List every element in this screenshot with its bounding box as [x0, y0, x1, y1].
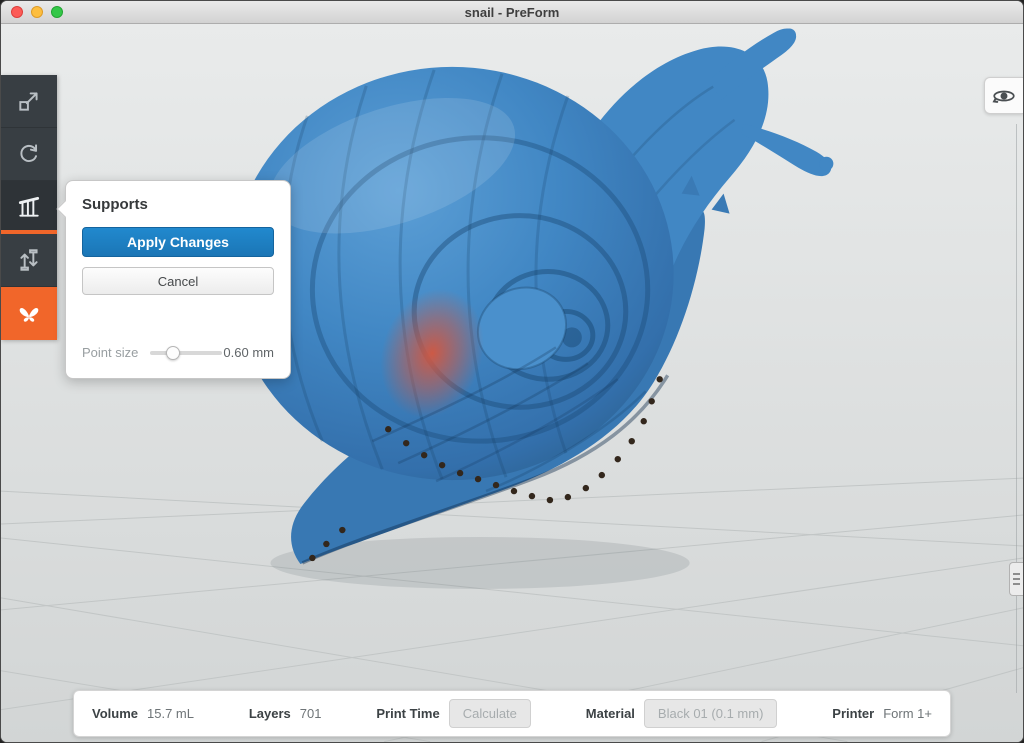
status-bar: Volume 15.7 mL Layers 701 Print Time Cal… — [73, 690, 951, 737]
window-controls — [11, 6, 63, 18]
layer-slider-handle[interactable] — [1009, 562, 1023, 596]
drag-handle-icon — [1013, 573, 1020, 575]
point-size-row: Point size 0.60 mm — [82, 345, 274, 360]
supports-panel: Supports Apply Changes Cancel Point size… — [65, 180, 291, 379]
butterfly-icon — [16, 301, 42, 327]
viewport-3d[interactable]: Supports Apply Changes Cancel Point size… — [1, 24, 1023, 743]
supports-tool-button[interactable] — [1, 181, 57, 234]
snail-model[interactable] — [231, 28, 834, 563]
material-button[interactable]: Black 01 (0.1 mm) — [644, 699, 777, 728]
orbit-view-button[interactable] — [984, 77, 1023, 114]
tool-sidebar — [1, 75, 57, 340]
material-stat: Material Black 01 (0.1 mm) — [586, 699, 778, 728]
cancel-button[interactable]: Cancel — [82, 267, 274, 295]
layer-slider-track[interactable] — [1016, 124, 1017, 693]
close-button[interactable] — [11, 6, 23, 18]
volume-stat: Volume 15.7 mL — [92, 706, 194, 721]
orient-tool-button[interactable] — [1, 128, 57, 181]
titlebar: snail - PreForm — [1, 1, 1023, 24]
preform-window: snail - PreForm — [0, 0, 1024, 743]
apply-changes-button[interactable]: Apply Changes — [82, 227, 274, 257]
zoom-button[interactable] — [51, 6, 63, 18]
supports-icon — [16, 194, 42, 220]
size-tool-button[interactable] — [1, 75, 57, 128]
printer-label: Printer — [832, 706, 874, 721]
layers-label: Layers — [249, 706, 291, 721]
drag-handle-icon — [1013, 583, 1020, 585]
minimize-button[interactable] — [31, 6, 43, 18]
layout-tool-button[interactable] — [1, 234, 57, 287]
point-size-slider[interactable] — [150, 346, 222, 360]
scale-icon — [16, 88, 42, 114]
layout-icon — [16, 247, 42, 273]
orbit-view-icon — [991, 83, 1017, 109]
point-size-value: 0.60 mm — [223, 345, 274, 360]
layers-value: 701 — [300, 706, 322, 721]
print-time-stat: Print Time Calculate — [376, 699, 531, 728]
volume-label: Volume — [92, 706, 138, 721]
print-tool-button[interactable] — [1, 287, 57, 340]
material-label: Material — [586, 706, 635, 721]
drag-handle-icon — [1013, 578, 1020, 580]
printer-value: Form 1+ — [883, 706, 932, 721]
rotate-icon — [16, 141, 42, 167]
layers-stat: Layers 701 — [249, 706, 322, 721]
point-size-label: Point size — [82, 345, 138, 360]
print-time-label: Print Time — [376, 706, 439, 721]
calculate-button[interactable]: Calculate — [449, 699, 531, 728]
scene-canvas[interactable] — [1, 24, 1023, 742]
supports-panel-title: Supports — [82, 196, 274, 213]
slider-knob[interactable] — [166, 346, 180, 360]
printer-stat: Printer Form 1+ — [832, 706, 932, 721]
slider-track — [150, 351, 222, 355]
window-title: snail - PreForm — [465, 5, 560, 20]
volume-value: 15.7 mL — [147, 706, 194, 721]
